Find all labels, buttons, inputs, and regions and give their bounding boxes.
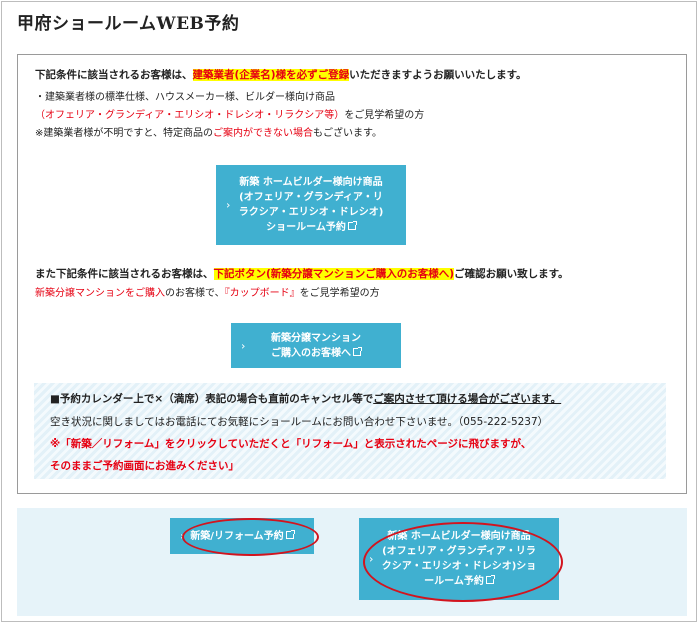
notice-box: ■予約カレンダー上で×（満席）表記の場合も直前のキャンセル等でご案内させて頂ける… bbox=[34, 383, 666, 479]
section1-note-pre: ※建築業者様が不明ですと、特定商品の bbox=[35, 128, 213, 139]
bottom-builder-showroom-button[interactable]: › 新築 ホームビルダー様向け商品 (オフェリア・グランディア・リラ クシア・エ… bbox=[359, 518, 559, 600]
section2-sub-red1: 新築分譲マンションをご購入 bbox=[35, 288, 165, 299]
notice-line4: そのままご予約画面にお進みください」 bbox=[50, 460, 239, 472]
bottom-builder-line2: (オフェリア・グランディア・リラ bbox=[382, 546, 536, 557]
section2-sub-post: をご見学希望の方 bbox=[299, 288, 380, 299]
builder-button-line2: (オフェリア・グランディア・リ bbox=[239, 192, 383, 203]
condo-button-line2: ご購入のお客様へ bbox=[271, 346, 362, 361]
builder-button-line4: ショールーム予約 bbox=[266, 220, 357, 235]
section1-highlight: 建築業者(企業名)様を必ずご登録 bbox=[192, 69, 350, 81]
section2-intro-post: ご確認お願い致します。 bbox=[454, 268, 569, 280]
external-link-icon bbox=[353, 346, 362, 356]
section1-products-post: をご見学希望の方 bbox=[344, 110, 425, 121]
chevron-right-icon: › bbox=[369, 552, 374, 566]
external-link-icon bbox=[285, 529, 295, 539]
bottom-panel: › 新築/リフォーム予約 › 新築 ホームビルダー様向け商品 (オフェリア・グラ… bbox=[17, 508, 687, 616]
info-box: 下記条件に該当されるお客様は、建築業者(企業名)様を必ずご登録いただきますようお… bbox=[17, 54, 687, 494]
bottom-builder-line3: クシア・エリシオ・ドレシオ)ショ bbox=[381, 561, 537, 572]
builder-button-line3: ラクシア・エリシオ・ドレシオ) bbox=[238, 207, 384, 218]
chevron-right-icon: › bbox=[180, 529, 185, 543]
section2-intro: また下記条件に該当されるお客様は、下記ボタン(新築分譲マンションご購入のお客様へ… bbox=[35, 267, 569, 281]
chevron-right-icon: › bbox=[226, 198, 231, 212]
section1-note-red: ご案内ができない場合 bbox=[212, 128, 313, 139]
section2-intro-text: また下記条件に該当されるお客様は、 bbox=[35, 268, 214, 280]
section1-intro: 下記条件に該当されるお客様は、建築業者(企業名)様を必ずご登録いただきますようお… bbox=[35, 68, 527, 82]
notice-line3: ※「新築／リフォーム」をクリックしていただくと「リフォーム」と表示されたページに… bbox=[50, 438, 532, 450]
condo-button-label: ご購入のお客様へ bbox=[271, 347, 351, 359]
builder-button-line1: 新築 ホームビルダー様向け商品 bbox=[239, 177, 383, 188]
condo-button-line1: 新築分譲マンション bbox=[271, 332, 361, 344]
section2-sub-red2: 『カップボード』 bbox=[224, 288, 300, 299]
reform-reservation-button[interactable]: › 新築/リフォーム予約 bbox=[170, 518, 314, 554]
section1-products: （オフェリア・グランディア・エリシオ・ドレシオ・リラクシア等）をご見学希望の方 bbox=[35, 109, 424, 123]
page-title: 甲府ショールームWEB予約 bbox=[17, 14, 240, 34]
notice-line2: 空き状況に関しましてはお電話にてお気軽にショールームにお問い合わせ下さいませ。（… bbox=[50, 416, 549, 428]
section1-products-list: （オフェリア・グランディア・エリシオ・ドレシオ・リラクシア等） bbox=[35, 110, 345, 121]
notice-line1-underline: ご案内させて頂ける場合がございます。 bbox=[373, 393, 562, 405]
chevron-right-icon: › bbox=[241, 339, 246, 352]
builder-showroom-button[interactable]: › 新築 ホームビルダー様向け商品 (オフェリア・グランディア・リ ラクシア・エ… bbox=[216, 165, 406, 245]
notice-line1-pre: ■予約カレンダー上で×（満席）表記の場合も直前のキャンセル等で bbox=[50, 393, 374, 405]
external-link-icon bbox=[485, 575, 495, 584]
condo-button[interactable]: › 新築分譲マンション ご購入のお客様へ bbox=[231, 323, 401, 368]
builder-button-label: ショールーム予約 bbox=[266, 222, 346, 233]
notice-line1: ■予約カレンダー上で×（満席）表記の場合も直前のキャンセル等でご案内させて頂ける… bbox=[50, 392, 561, 406]
section1-note: ※建築業者様が不明ですと、特定商品のご案内ができない場合もございます。 bbox=[35, 127, 382, 141]
external-link-icon bbox=[347, 221, 357, 230]
section2-highlight: 下記ボタン(新築分譲マンションご購入のお客様へ) bbox=[213, 268, 455, 280]
reform-button-line: 新築/リフォーム予約 bbox=[190, 529, 295, 544]
reform-button-label: 新築/リフォーム予約 bbox=[190, 530, 284, 542]
section1-note-post: もございます。 bbox=[312, 128, 382, 139]
bottom-builder-line4: ールーム予約 bbox=[424, 574, 495, 589]
section2-sub: 新築分譲マンションをご購入のお客様で、『カップボード』をご見学希望の方 bbox=[35, 287, 380, 301]
section1-intro-post: いただきますようお願いいたします。 bbox=[349, 69, 527, 81]
bottom-builder-label: ールーム予約 bbox=[424, 576, 484, 587]
section2-sub-mid: のお客様で、 bbox=[165, 288, 225, 299]
section1-intro-text: 下記条件に該当されるお客様は、 bbox=[35, 69, 193, 81]
section1-bullet: ・建築業者様の標準仕様、ハウスメーカー様、ビルダー様向け商品 bbox=[35, 92, 335, 103]
bottom-builder-line1: 新築 ホームビルダー様向け商品 bbox=[387, 531, 531, 542]
